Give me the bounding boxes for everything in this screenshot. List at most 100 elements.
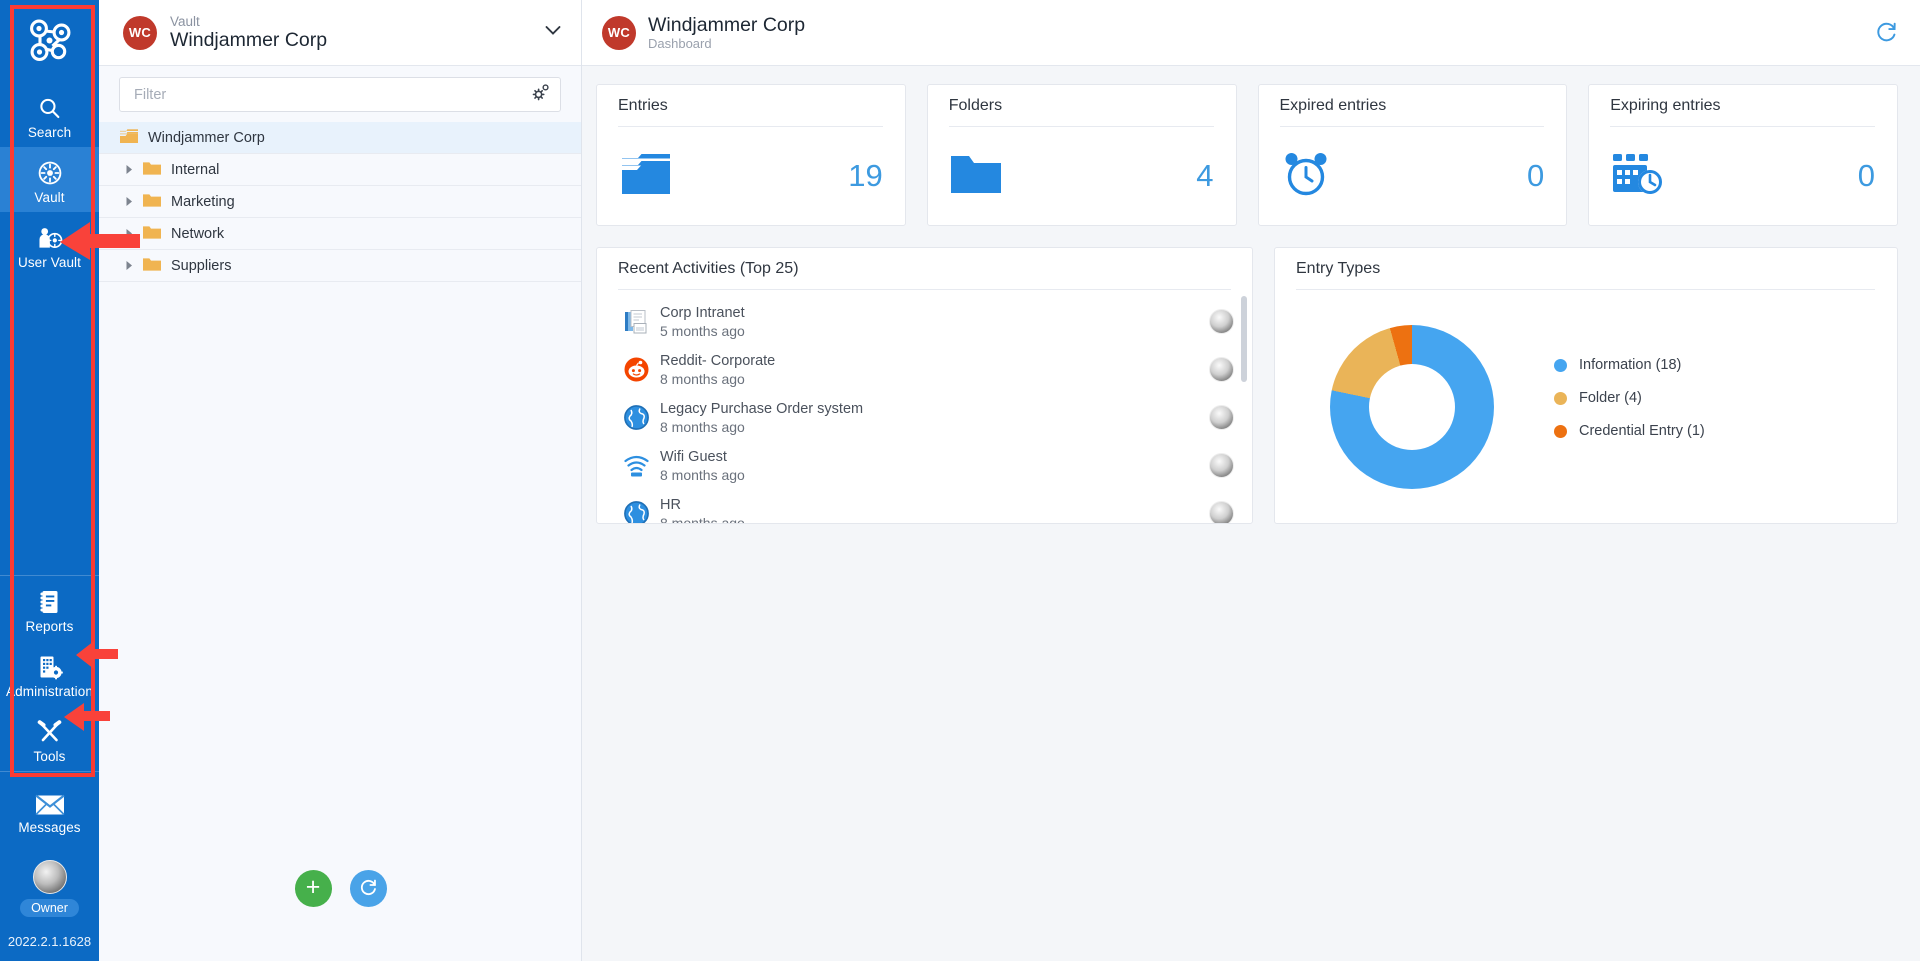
stat-value: 19	[848, 158, 882, 194]
vault-panel: WC Vault Windjammer Corp	[99, 0, 582, 961]
tree-row-label: Windjammer Corp	[148, 130, 265, 146]
legend-item[interactable]: Folder (4)	[1554, 390, 1705, 406]
tree-row[interactable]: Windjammer Corp	[99, 122, 581, 154]
app-version-label: 2022.2.1.1628	[8, 924, 91, 961]
tree-row[interactable]: Marketing	[99, 186, 581, 218]
sidebar-item-reports[interactable]: Reports	[0, 576, 99, 641]
list-item[interactable]: Corp Intranet 5 months ago	[618, 298, 1252, 346]
activity-time: 5 months ago	[660, 322, 1209, 340]
donut-chart	[1330, 325, 1494, 489]
avatar	[1209, 453, 1234, 478]
filter-row	[99, 66, 581, 122]
tools-wrench-icon	[36, 715, 63, 745]
card-title: Entries	[618, 97, 883, 126]
chevron-right-icon[interactable]	[122, 228, 136, 239]
vault-kicker-label: Vault	[170, 14, 541, 29]
panel-title: Entry Types	[1296, 260, 1875, 289]
vault-header[interactable]: WC Vault Windjammer Corp	[99, 0, 581, 66]
folder-icon	[142, 224, 162, 244]
chevron-right-icon[interactable]	[122, 196, 136, 207]
messages-envelope-icon	[35, 786, 65, 816]
sidebar-item-label: Tools	[33, 749, 65, 764]
chevron-down-icon[interactable]	[541, 18, 565, 47]
stat-cards-row: Entries 19 Folders	[596, 84, 1898, 226]
application-window: Search Vault	[0, 0, 1920, 961]
activity-time: 8 months ago	[660, 466, 1209, 484]
tree-row[interactable]: Internal	[99, 154, 581, 186]
folder-icon	[142, 160, 162, 180]
vault-action-buttons: +	[99, 870, 582, 907]
list-item[interactable]: Reddit- Corporate 8 months ago	[618, 346, 1252, 394]
legend-item[interactable]: Credential Entry (1)	[1554, 423, 1705, 439]
vault-tree: Windjammer Corp Internal	[99, 122, 581, 282]
card-title: Folders	[949, 97, 1214, 126]
user-avatar-icon	[33, 860, 67, 894]
chevron-right-icon[interactable]	[122, 164, 136, 175]
sidebar-item-tools[interactable]: Tools	[0, 706, 99, 771]
activity-time: 8 months ago	[660, 370, 1209, 388]
owner-role-badge: Owner	[20, 899, 79, 917]
legend-label: Folder (4)	[1579, 390, 1642, 406]
activities-scrollbar[interactable]	[1241, 296, 1247, 382]
avatar	[1209, 309, 1234, 334]
recent-activities-panel: Recent Activities (Top 25)	[596, 247, 1253, 524]
document-window-icon	[618, 309, 654, 335]
entry-types-panel: Entry Types Information (18) Folder (4) Cr…	[1274, 247, 1898, 524]
sidebar-item-label: User Vault	[18, 255, 81, 270]
tree-row-label: Marketing	[171, 194, 235, 210]
list-item[interactable]: Wifi Guest 8 months ago	[618, 442, 1252, 490]
tree-row-label: Network	[171, 226, 224, 242]
filter-input[interactable]	[134, 87, 531, 103]
chart-legend: Information (18) Folder (4) Credential Ent…	[1554, 357, 1705, 456]
reports-notebook-icon	[37, 585, 62, 615]
list-item[interactable]: Legacy Purchase Order system 8 months ag…	[618, 394, 1252, 442]
wifi-icon	[618, 454, 654, 478]
stat-card-expiring-entries: Expiring entries	[1588, 84, 1898, 226]
stat-value: 4	[1196, 158, 1213, 194]
avatar	[1209, 357, 1234, 382]
list-item[interactable]: HR 8 months ago	[618, 490, 1252, 523]
dashboard-header: WC Windjammer Corp Dashboard	[582, 0, 1920, 66]
vault-gear-icon	[37, 156, 63, 186]
tree-row-label: Suppliers	[171, 258, 231, 274]
tree-row-label: Internal	[171, 162, 219, 178]
folder-icon	[949, 152, 1003, 201]
add-entry-button[interactable]: +	[295, 870, 332, 907]
sidebar-item-vault[interactable]: Vault	[0, 147, 99, 212]
filter-box[interactable]	[119, 77, 561, 112]
page-subtitle: Dashboard	[648, 36, 1875, 52]
panel-title: Recent Activities (Top 25)	[618, 260, 1252, 289]
sidebar-item-label: Reports	[26, 619, 74, 634]
tree-row[interactable]: Suppliers	[99, 250, 581, 282]
alarm-clock-icon	[1280, 150, 1332, 203]
card-title: Expired entries	[1280, 97, 1545, 126]
folders-stack-icon	[119, 127, 139, 148]
page-title: Windjammer Corp	[648, 14, 1875, 36]
sidebar-item-label: Administration	[6, 684, 93, 699]
stat-card-expired-entries: Expired entries 0	[1258, 84, 1568, 226]
owner-avatar[interactable]: Owner	[0, 842, 99, 924]
app-logo[interactable]	[0, 0, 99, 82]
stat-card-entries: Entries 19	[596, 84, 906, 226]
tree-row[interactable]: Network	[99, 218, 581, 250]
activity-name: Corp Intranet	[660, 304, 1209, 322]
activity-time: 8 months ago	[660, 514, 1209, 523]
folder-icon	[142, 256, 162, 276]
legend-item[interactable]: Information (18)	[1554, 357, 1705, 373]
molecule-logo-icon	[27, 18, 73, 64]
legend-label: Credential Entry (1)	[1579, 423, 1705, 439]
activities-list[interactable]: Corp Intranet 5 months ago	[618, 290, 1252, 523]
sidebar-item-messages[interactable]: Messages	[0, 772, 99, 842]
avatar	[1209, 405, 1234, 430]
refresh-vault-button[interactable]	[350, 870, 387, 907]
chevron-right-icon[interactable]	[122, 260, 136, 271]
filter-settings-gear-icon[interactable]	[531, 83, 550, 107]
dashboard-panels-row: Recent Activities (Top 25)	[596, 247, 1898, 524]
activity-name: Reddit- Corporate	[660, 352, 1209, 370]
sidebar-item-user-vault[interactable]: User Vault	[0, 212, 99, 277]
dashboard-refresh-button[interactable]	[1875, 21, 1898, 44]
globe-icon	[618, 501, 654, 523]
left-sidebar: Search Vault	[0, 0, 99, 961]
sidebar-item-administration[interactable]: Administration	[0, 641, 99, 706]
sidebar-item-search[interactable]: Search	[0, 82, 99, 147]
